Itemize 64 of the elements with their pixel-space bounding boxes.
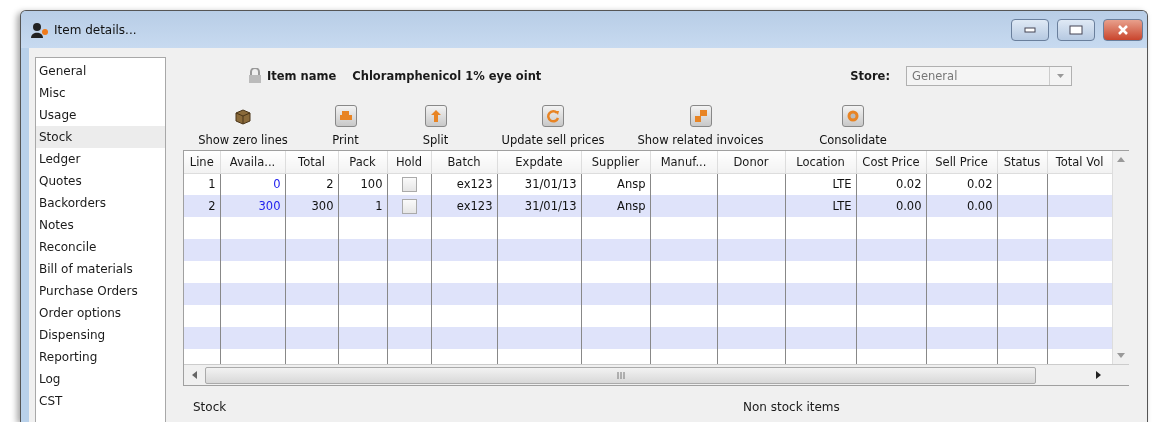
table-cell: 31/01/13	[497, 195, 581, 217]
column-header[interactable]: Pack	[338, 151, 387, 173]
item-name-value: Chloramphenicol 1% eye oint	[352, 69, 542, 83]
column-header[interactable]: Availa...	[220, 151, 285, 173]
section-label: Stock	[192, 400, 228, 414]
table-cell: 0.00	[926, 195, 997, 217]
grip-icon	[616, 371, 625, 379]
column-header[interactable]: Supplier	[581, 151, 650, 173]
column-header[interactable]: Batch	[431, 151, 497, 173]
column-header[interactable]: Line	[184, 151, 220, 173]
item-name-label: Item name	[267, 69, 337, 83]
dropdown-arrow-icon	[1057, 74, 1064, 78]
person-icon	[31, 21, 49, 38]
split-icon	[424, 105, 447, 127]
column-header[interactable]: Total	[285, 151, 338, 173]
sidebar-item[interactable]: Stock	[36, 126, 165, 148]
hold-checkbox[interactable]	[401, 198, 417, 214]
column-header[interactable]: Donor	[717, 151, 785, 173]
toolbar-button[interactable]: Split	[388, 105, 483, 147]
table-cell: 1	[338, 195, 387, 217]
scroll-up-icon[interactable]	[1117, 157, 1125, 162]
refresh-icon	[542, 105, 564, 127]
box-icon	[233, 107, 253, 127]
table-cell: ex123	[431, 195, 497, 217]
table-cell: LTE	[785, 195, 856, 217]
scroll-right-icon[interactable]	[1096, 371, 1101, 379]
vertical-scrollbar[interactable]	[1112, 151, 1129, 364]
table-cell: 2	[184, 195, 220, 217]
table-cell: 300	[220, 195, 285, 217]
hold-checkbox[interactable]	[401, 176, 417, 192]
gear-icon	[842, 105, 864, 127]
table-cell: 0.00	[856, 195, 926, 217]
column-header[interactable]: Manuf...	[650, 151, 717, 173]
scroll-down-icon[interactable]	[1117, 353, 1125, 358]
scroll-left-icon[interactable]	[192, 371, 197, 379]
close-icon	[1117, 24, 1129, 35]
column-header[interactable]: Expdate	[497, 151, 581, 173]
table-cell: Ansp	[581, 195, 650, 217]
table-cell: 300	[285, 195, 338, 217]
lock-icon	[248, 68, 262, 84]
close-button[interactable]	[1103, 18, 1143, 41]
column-header[interactable]: Cost Price	[856, 151, 926, 173]
documents-icon	[689, 105, 712, 127]
maximize-button[interactable]	[1057, 18, 1095, 41]
column-header[interactable]: Status	[997, 151, 1047, 173]
toolbar-button[interactable]: Print	[303, 105, 388, 147]
column-header[interactable]: Sell Price	[926, 151, 997, 173]
minimize-icon	[1024, 26, 1036, 33]
minimize-button[interactable]	[1011, 18, 1049, 41]
maximize-icon	[1069, 24, 1083, 35]
table-cell: 1	[184, 173, 220, 195]
toolbar-button[interactable]: Consolidate	[778, 105, 928, 147]
store-dropdown[interactable]: General	[906, 66, 1072, 86]
horizontal-scrollbar[interactable]	[184, 364, 1129, 385]
window-title: Item details...	[54, 22, 138, 37]
print-icon	[334, 105, 357, 127]
column-header[interactable]: Hold	[387, 151, 431, 173]
column-header[interactable]: Location	[785, 151, 856, 173]
store-label: Store:	[850, 69, 890, 83]
section-label: Non stock items	[742, 400, 841, 414]
toolbar-button[interactable]: Update sell prices	[483, 105, 623, 147]
column-header[interactable]: Total Vol	[1047, 151, 1112, 173]
toolbar-button[interactable]: Show zero lines	[183, 107, 303, 147]
toolbar-button[interactable]: Show related invoices	[623, 105, 778, 147]
